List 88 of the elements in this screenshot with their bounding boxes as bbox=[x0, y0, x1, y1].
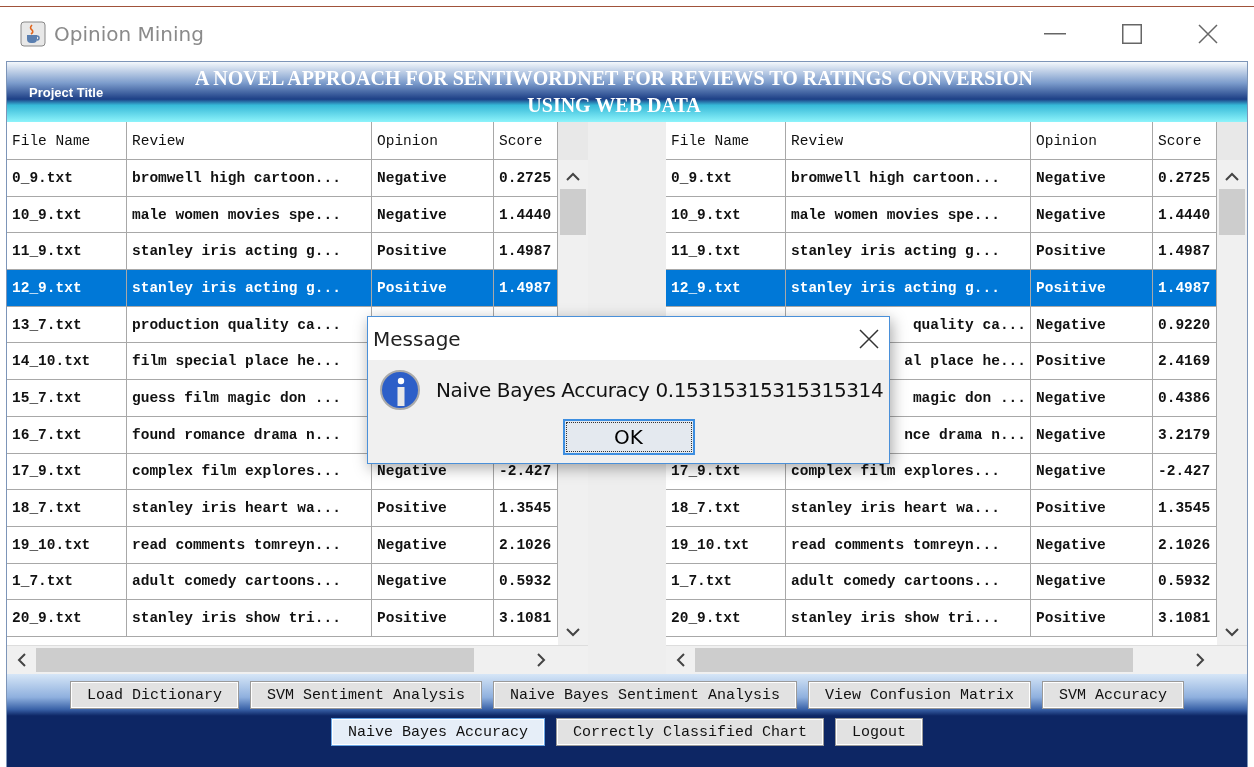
opinion-cell: Negative bbox=[1031, 160, 1153, 197]
table-row[interactable]: 12_9.txt stanley iris acting g... Positive 1.4987 bbox=[7, 270, 558, 307]
column-header[interactable]: Opinion bbox=[1031, 122, 1153, 160]
project-title: A NOVEL APPROACH FOR SENTIWORDNET FOR REVIEWS TO RATINGS CONVERSION USING WEB DATA bbox=[193, 66, 1035, 118]
project-title-label: Project Title bbox=[29, 84, 105, 100]
table-row[interactable]: 0_9.txt bromwell high cartoon... Negative 0.2725 bbox=[7, 160, 558, 197]
scroll-down-icon[interactable] bbox=[566, 628, 580, 637]
action-button[interactable]: Correctly Classified Chart bbox=[556, 718, 825, 746]
file-name-cell: 19_10.txt bbox=[666, 526, 786, 564]
scroll-right-icon[interactable] bbox=[537, 653, 546, 667]
review-cell: stanley iris acting g... bbox=[127, 270, 372, 307]
file-name-cell: 20_9.txt bbox=[7, 600, 127, 637]
column-header[interactable]: Review bbox=[127, 122, 372, 160]
file-name-cell: 18_7.txt bbox=[666, 490, 786, 527]
review-cell: bromwell high cartoon... bbox=[127, 160, 372, 197]
table-row[interactable]: 18_7.txt stanley iris heart wa... Positive 1.3545 bbox=[666, 490, 1217, 527]
table-row[interactable]: 20_9.txt stanley iris show tri... Positive 3.1081 bbox=[666, 600, 1217, 637]
table-row[interactable]: 10_9.txt male women movies spe... Negative 1.4440 bbox=[666, 196, 1217, 234]
close-icon[interactable] bbox=[859, 328, 879, 349]
close-icon[interactable] bbox=[1198, 24, 1218, 44]
table-row[interactable]: 20_9.txt stanley iris show tri... Positive 3.1081 bbox=[7, 600, 558, 637]
opinion-cell: Negative bbox=[372, 526, 494, 564]
column-header[interactable]: Opinion bbox=[372, 122, 494, 160]
scrollbar-thumb[interactable] bbox=[1219, 189, 1245, 235]
action-button[interactable]: Logout bbox=[835, 718, 924, 746]
column-header[interactable]: Score bbox=[1153, 122, 1217, 160]
scroll-right-icon[interactable] bbox=[1196, 653, 1205, 667]
column-header[interactable]: File Name bbox=[666, 122, 786, 160]
review-cell: stanley iris heart wa... bbox=[127, 490, 372, 527]
file-name-cell: 20_9.txt bbox=[666, 600, 786, 637]
opinion-cell: Positive bbox=[1031, 600, 1153, 637]
opinion-cell: Positive bbox=[1031, 270, 1153, 307]
review-cell: read comments tomreyn... bbox=[786, 526, 1031, 564]
review-cell: stanley iris heart wa... bbox=[786, 490, 1031, 527]
scroll-left-icon[interactable] bbox=[17, 653, 26, 667]
table-row[interactable]: 0_9.txt bromwell high cartoon... Negative 0.2725 bbox=[666, 160, 1217, 197]
review-cell: bromwell high cartoon... bbox=[786, 160, 1031, 197]
column-header[interactable]: File Name bbox=[7, 122, 127, 160]
review-cell: stanley iris show tri... bbox=[786, 600, 1031, 637]
scrollbar-thumb[interactable] bbox=[695, 648, 1133, 672]
action-button[interactable]: View Confusion Matrix bbox=[808, 681, 1032, 709]
action-button[interactable]: SVM Accuracy bbox=[1042, 681, 1185, 709]
opinion-cell: Positive bbox=[1031, 490, 1153, 527]
file-name-cell: 0_9.txt bbox=[7, 160, 127, 197]
review-cell: stanley iris show tri... bbox=[127, 600, 372, 637]
table-row[interactable]: 10_9.txt male women movies spe... Negative 1.4440 bbox=[7, 196, 558, 234]
table-row[interactable]: 1_7.txt adult comedy cartoons... Negative 0.5932 bbox=[7, 563, 558, 601]
ok-button[interactable]: OK bbox=[562, 419, 695, 455]
file-name-cell: 18_7.txt bbox=[7, 490, 127, 527]
action-button[interactable]: Naive Bayes Sentiment Analysis bbox=[493, 681, 798, 709]
scrollbar-thumb[interactable] bbox=[36, 648, 474, 672]
file-name-cell: 0_9.txt bbox=[666, 160, 786, 197]
table-row[interactable]: 11_9.txt stanley iris acting g... Positive 1.4987 bbox=[7, 233, 558, 271]
file-name-cell: 16_7.txt bbox=[7, 416, 127, 454]
scrollbar-thumb[interactable] bbox=[560, 189, 586, 235]
table-row[interactable]: 19_10.txt read comments tomreyn... Negative 2.1026 bbox=[7, 526, 558, 564]
table-row[interactable]: 1_7.txt adult comedy cartoons... Negative 0.5932 bbox=[666, 563, 1217, 601]
scroll-down-icon[interactable] bbox=[1225, 628, 1239, 637]
column-header[interactable]: Score bbox=[494, 122, 558, 160]
review-cell: read comments tomreyn... bbox=[127, 526, 372, 564]
minimize-icon[interactable] bbox=[1044, 33, 1066, 35]
table-row[interactable]: 18_7.txt stanley iris heart wa... Positive 1.3545 bbox=[7, 490, 558, 527]
column-header[interactable]: Review bbox=[786, 122, 1031, 160]
info-icon bbox=[380, 370, 420, 410]
file-name-cell: 12_9.txt bbox=[7, 270, 127, 307]
opinion-cell: Positive bbox=[372, 490, 494, 527]
action-button[interactable]: SVM Sentiment Analysis bbox=[249, 681, 482, 709]
action-button[interactable]: Load Dictionary bbox=[69, 681, 239, 709]
coffee-cup-icon bbox=[20, 21, 46, 47]
opinion-cell: Negative bbox=[1031, 416, 1153, 454]
scroll-left-icon[interactable] bbox=[676, 653, 685, 667]
table-row[interactable]: 11_9.txt stanley iris acting g... Positive 1.4987 bbox=[666, 233, 1217, 271]
opinion-cell: Negative bbox=[372, 160, 494, 197]
opinion-cell: Negative bbox=[1031, 380, 1153, 417]
opinion-cell: Positive bbox=[372, 270, 494, 307]
opinion-cell: Positive bbox=[372, 600, 494, 637]
table-row[interactable]: 12_9.txt stanley iris acting g... Positive 1.4987 bbox=[666, 270, 1217, 307]
file-name-cell: 12_9.txt bbox=[666, 270, 786, 307]
file-name-cell: 19_10.txt bbox=[7, 526, 127, 564]
maximize-icon[interactable] bbox=[1122, 24, 1142, 44]
scroll-up-icon[interactable] bbox=[1225, 172, 1239, 181]
scroll-up-icon[interactable] bbox=[566, 172, 580, 181]
action-button[interactable]: Naive Bayes Accuracy bbox=[330, 718, 545, 746]
opinion-cell: Negative bbox=[1031, 526, 1153, 564]
file-name-cell: 15_7.txt bbox=[7, 380, 127, 417]
window-title: Opinion Mining bbox=[54, 22, 205, 46]
review-cell: stanley iris acting g... bbox=[786, 270, 1031, 307]
table-row[interactable]: 19_10.txt read comments tomreyn... Negative 2.1026 bbox=[666, 526, 1217, 564]
